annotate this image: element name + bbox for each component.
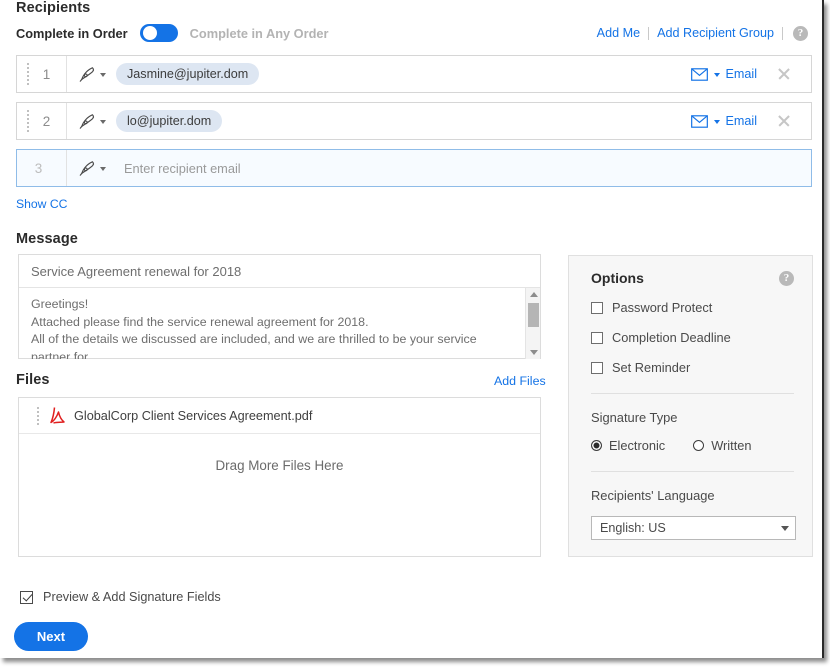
recipient-number: 3 [34,160,43,176]
checkbox[interactable] [591,361,603,374]
signature-pen-icon [79,67,95,82]
radio-written[interactable] [693,440,705,451]
next-button[interactable]: Next [14,622,88,651]
chevron-down-icon [100,120,106,124]
file-name: GlobalCorp Client Services Agreement.pdf [74,408,313,423]
add-files-link[interactable]: Add Files [494,374,546,388]
signature-pen-icon [79,161,95,176]
help-icon[interactable]: ? [793,25,808,41]
recipient-role-selector[interactable] [67,66,114,82]
recipient-order-cell: 3 [17,150,67,186]
checkbox[interactable] [591,331,603,344]
recipient-actions: Add Me Add Recipient Group ? [597,25,808,41]
separator [648,26,650,40]
scrollbar-thumb[interactable] [528,303,539,327]
options-panel: Options ? Password Protect Completion De… [568,255,813,557]
delivery-method-label: Email [725,114,758,128]
scroll-up-icon[interactable] [526,288,540,301]
chevron-down-icon [100,167,106,171]
options-header: Options ? [591,270,794,286]
recipient-order-row: Complete in Order Complete in Any Order … [16,22,808,44]
close-icon [777,114,791,128]
recipient-email-chip[interactable]: lo@jupiter.dom [116,110,223,132]
drag-handle-icon[interactable] [23,110,33,132]
sign-document-page: Recipients Complete in Order Complete in… [0,0,830,669]
option-password-protect[interactable]: Password Protect [591,300,794,315]
files-title: Files [16,372,50,388]
recipient-role-selector[interactable] [67,160,114,176]
language-title: Recipients' Language [591,488,715,503]
recipient-order-cell: 2 [17,103,67,139]
recipient-row-new[interactable]: 3 Enter recipient email [16,149,812,187]
option-label: Set Reminder [612,360,691,375]
recipient-order-cell: 1 [17,56,67,92]
add-recipient-group-link[interactable]: Add Recipient Group [657,26,774,40]
complete-in-order-toggle[interactable] [139,24,178,42]
checkbox-checked[interactable] [20,590,33,604]
delivery-method-selector[interactable]: Email [690,67,758,81]
divider [591,471,794,472]
language-select[interactable]: English: US [591,516,796,540]
option-set-reminder[interactable]: Set Reminder [591,360,794,375]
recipient-email-input[interactable]: Enter recipient email [124,161,241,176]
add-me-link[interactable]: Add Me [597,26,640,40]
recipient-number: 2 [42,113,51,129]
separator [782,26,783,40]
signature-pen-icon [79,114,95,129]
checkbox[interactable] [591,301,603,314]
recipient-row[interactable]: 1 Jasmine@jupiter.dom Email [16,55,812,93]
recipient-role-selector[interactable] [67,113,114,129]
divider [591,393,794,394]
complete-in-any-order-label: Complete in Any Order [189,25,329,41]
recipient-number: 1 [42,66,51,82]
options-title: Options [591,270,644,286]
recipient-row[interactable]: 2 lo@jupiter.dom Email [16,102,812,140]
help-icon[interactable]: ? [779,270,794,286]
dropzone-label: Drag More Files Here [215,458,344,473]
envelope-icon [690,67,708,81]
preview-signature-fields-label: Preview & Add Signature Fields [43,590,221,604]
pdf-icon [50,407,65,424]
chevron-down-icon [713,120,720,124]
recipient-email-chip[interactable]: Jasmine@jupiter.dom [116,63,260,85]
recipient-row-right: Email [690,114,812,128]
recipients-title: Recipients [16,0,91,16]
option-completion-deadline[interactable]: Completion Deadline [591,330,794,345]
signature-type-title: Signature Type [591,410,678,425]
drag-handle-icon[interactable] [33,406,43,425]
preview-signature-fields-row[interactable]: Preview & Add Signature Fields [20,590,221,604]
radio-electronic-label: Electronic [609,438,666,453]
envelope-icon [690,114,708,128]
main-card: Recipients Complete in Order Complete in… [0,0,824,658]
remove-recipient-button[interactable] [757,67,811,81]
recipient-row-right: Email [690,67,812,81]
signature-type-radio-group: Electronic Written [591,438,794,453]
option-label: Completion Deadline [612,330,731,345]
show-cc-link[interactable]: Show CC [16,197,67,211]
scroll-down-icon[interactable] [526,346,540,359]
radio-electronic[interactable] [591,440,602,451]
complete-in-order-label: Complete in Order [16,25,128,41]
close-icon [777,67,791,81]
message-scrollbar[interactable] [525,288,540,359]
delivery-method-selector[interactable]: Email [690,114,758,128]
message-body-wrap: Greetings! Attached please find the serv… [19,288,540,359]
file-list-item[interactable]: GlobalCorp Client Services Agreement.pdf [19,398,540,434]
drag-handle-icon[interactable] [23,63,33,85]
chevron-down-icon [713,73,720,77]
remove-recipient-button[interactable] [757,114,811,128]
toggle-knob [142,26,157,40]
message-title: Message [16,231,78,247]
language-value: English: US [600,521,666,535]
message-subject-input[interactable]: Service Agreement renewal for 2018 [19,255,540,288]
message-box: Service Agreement renewal for 2018 Greet… [18,254,541,359]
delivery-method-label: Email [725,67,758,81]
option-label: Password Protect [612,300,713,315]
message-body-input[interactable]: Greetings! Attached please find the serv… [19,288,540,359]
chevron-down-icon [781,525,789,531]
files-box: GlobalCorp Client Services Agreement.pdf… [18,397,541,557]
radio-written-label: Written [711,438,752,453]
file-dropzone[interactable]: Drag More Files Here [19,434,540,556]
chevron-down-icon [100,73,106,77]
